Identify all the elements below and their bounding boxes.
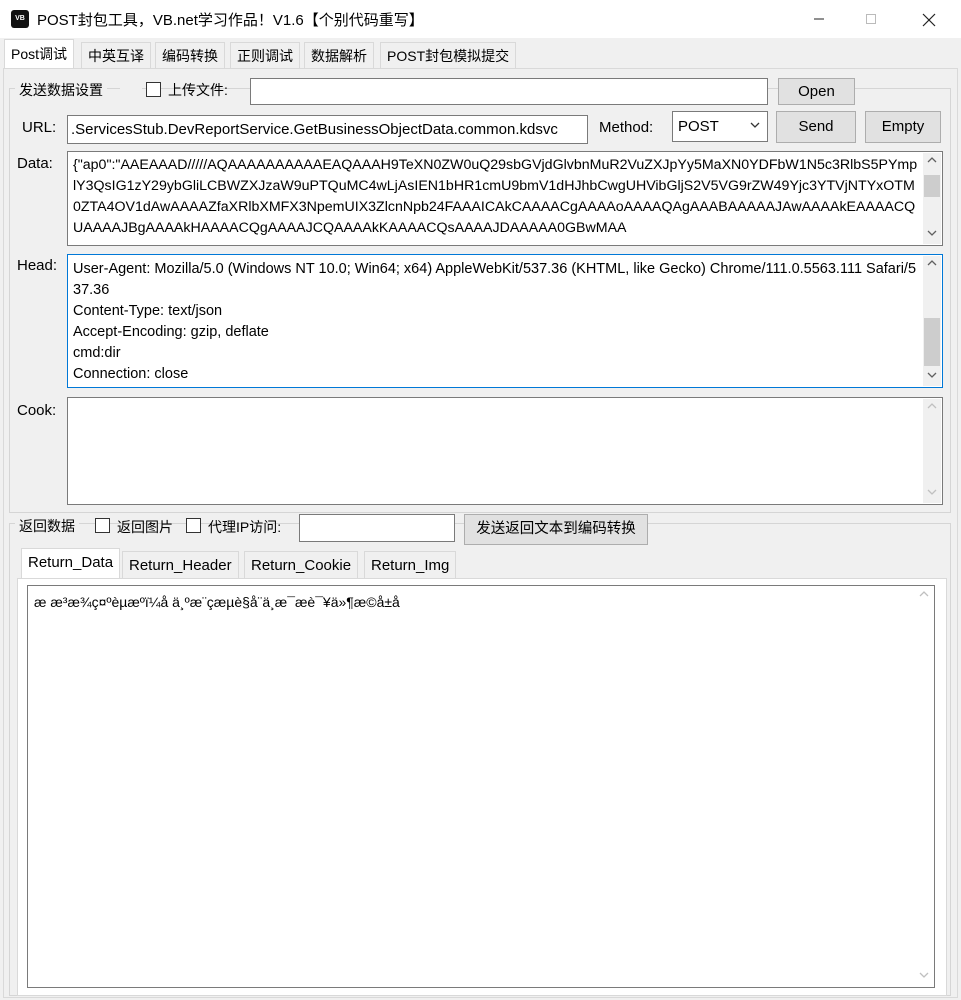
- maximize-button[interactable]: [848, 0, 894, 38]
- chevron-up-icon[interactable]: [923, 399, 941, 417]
- proxy-label: 代理IP访问:: [208, 519, 282, 535]
- empty-button[interactable]: Empty: [865, 111, 941, 143]
- data-value: {"ap0":"AAEAAAD/////AQAAAAAAAAAAEAQAAAH9…: [73, 157, 918, 236]
- tab-return-cookie[interactable]: Return_Cookie: [244, 551, 359, 578]
- tab-encode-convert[interactable]: 编码转换: [155, 42, 225, 68]
- url-input[interactable]: .ServicesStub.DevReportService.GetBusine…: [67, 115, 588, 144]
- data-textarea[interactable]: {"ap0":"AAEAAAD/////AQAAAAAAAAAAEAQAAAH9…: [67, 151, 943, 246]
- maximize-icon: [866, 13, 876, 24]
- cook-label: Cook:: [17, 402, 57, 419]
- upload-path-input[interactable]: [250, 78, 768, 105]
- method-select[interactable]: POST: [672, 111, 768, 142]
- send-settings-title: 发送数据设置: [15, 80, 107, 100]
- close-button[interactable]: [906, 0, 952, 38]
- return-data-title: 返回数据: [15, 516, 79, 536]
- chevron-down-icon[interactable]: [923, 485, 941, 503]
- head-label: Head:: [17, 257, 58, 274]
- send-to-encode-button[interactable]: 发送返回文本到编码转换: [464, 514, 648, 545]
- group-gap: [120, 80, 142, 98]
- return-data-value: æ æ³æ¾ç¤ºèµæºï¼å ä¸ºæ¨çæµè§å¨ä¸æ¯æè¯¥ä»¶…: [34, 594, 400, 610]
- tab-post-simulate[interactable]: POST封包模拟提交: [380, 42, 517, 68]
- tab-return-data[interactable]: Return_Data: [21, 548, 121, 579]
- data-scrollbar[interactable]: [923, 153, 941, 244]
- minimize-icon: [814, 18, 824, 20]
- cook-textarea[interactable]: [67, 397, 943, 505]
- url-label: URL:: [22, 119, 57, 136]
- chevron-down-icon: [749, 119, 761, 134]
- scroll-thumb[interactable]: [924, 175, 940, 197]
- open-button[interactable]: Open: [778, 78, 855, 105]
- app-icon: VB: [11, 10, 29, 28]
- data-label: Data:: [17, 155, 53, 172]
- head-value: User-Agent: Mozilla/5.0 (Windows NT 10.0…: [73, 261, 917, 382]
- return-data-textarea[interactable]: æ æ³æ¾ç¤ºèµæºï¼å ä¸ºæ¨çæµè§å¨ä¸æ¯æè¯¥ä»¶…: [27, 585, 935, 988]
- upload-file-checkbox[interactable]: [146, 82, 161, 97]
- method-label: Method:: [599, 119, 654, 136]
- chevron-up-icon[interactable]: [923, 256, 941, 274]
- tab-regex-debug[interactable]: 正则调试: [230, 42, 300, 68]
- proxy-checkbox[interactable]: [186, 518, 201, 533]
- head-textarea[interactable]: User-Agent: Mozilla/5.0 (Windows NT 10.0…: [67, 254, 943, 388]
- tab-data-parse[interactable]: 数据解析: [304, 42, 374, 68]
- scroll-thumb[interactable]: [924, 318, 940, 366]
- method-value: POST: [678, 118, 719, 135]
- chevron-down-icon[interactable]: [923, 368, 941, 386]
- return-image-label: 返回图片: [117, 519, 173, 535]
- chevron-up-icon[interactable]: [923, 153, 941, 171]
- minimize-button[interactable]: [796, 0, 842, 38]
- head-scrollbar[interactable]: [923, 256, 941, 386]
- url-value: .ServicesStub.DevReportService.GetBusine…: [71, 121, 558, 138]
- proxy-input[interactable]: [299, 514, 455, 542]
- cook-scrollbar[interactable]: [923, 399, 941, 503]
- chevron-down-icon[interactable]: [915, 968, 933, 986]
- return-image-checkbox[interactable]: [95, 518, 110, 533]
- chevron-down-icon[interactable]: [923, 226, 941, 244]
- upload-file-label: 上传文件:: [168, 82, 228, 98]
- close-icon: [922, 13, 936, 27]
- send-button[interactable]: Send: [776, 111, 856, 143]
- tab-return-header[interactable]: Return_Header: [122, 551, 239, 578]
- tab-return-img[interactable]: Return_Img: [364, 551, 457, 578]
- tab-translate[interactable]: 中英互译: [81, 42, 151, 68]
- return-scrollbar[interactable]: [915, 587, 933, 986]
- chevron-up-icon[interactable]: [915, 587, 933, 605]
- window-title: POST封包工具，VB.net学习作品！V1.6【个别代码重写】: [37, 12, 424, 29]
- tab-post-debug[interactable]: Post调试: [4, 39, 75, 69]
